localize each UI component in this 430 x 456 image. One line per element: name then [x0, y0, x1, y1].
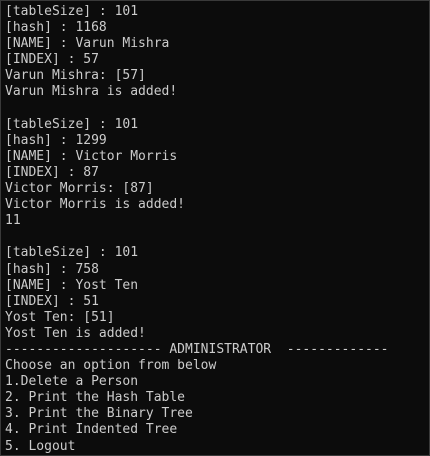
- console-line: [INDEX] : 51: [5, 293, 99, 309]
- menu-option-delete-person: 1.Delete a Person: [5, 374, 139, 390]
- console-line: Varun Mishra: [57]: [5, 68, 146, 84]
- console-line: [hash] : 758: [5, 261, 99, 277]
- console-line: [hash] : 1299: [5, 132, 107, 148]
- console-line: [hash] : 1168: [5, 20, 107, 36]
- console-line: Victor Morris is added!: [5, 197, 186, 213]
- console-line: Yost Ten: [51]: [5, 309, 115, 325]
- console-line: [INDEX] : 87: [5, 164, 99, 180]
- console-line: [tableSize] : 101: [5, 4, 139, 19]
- console-line: 11: [5, 213, 21, 229]
- menu-option-logout: 5. Logout: [5, 438, 76, 454]
- console-line: [tableSize] : 101: [5, 116, 139, 132]
- console-line: Victor Morris: [87]: [5, 181, 154, 197]
- menu-option-print-binary-tree: 3. Print the Binary Tree: [5, 406, 193, 422]
- console-line: [NAME] : Varun Mishra: [5, 36, 170, 52]
- console-line: Varun Mishra is added!: [5, 84, 178, 100]
- menu-option-print-indented-tree: 4. Print Indented Tree: [5, 422, 178, 438]
- console-line: [NAME] : Victor Morris: [5, 148, 178, 164]
- console-line: Yost Ten is added!: [5, 325, 146, 341]
- console-line: [INDEX] : 57: [5, 52, 99, 68]
- menu-prompt: Choose an option from below: [5, 358, 217, 374]
- console-line: [tableSize] : 101: [5, 245, 139, 261]
- menu-option-print-hash-table: 2. Print the Hash Table: [5, 390, 186, 406]
- console-output[interactable]: [tableSize] : 101 [hash] : 1168 [NAME] :…: [0, 0, 430, 456]
- menu-header: -------------------- ADMINISTRATOR -----…: [5, 341, 389, 357]
- console-line: [NAME] : Yost Ten: [5, 277, 139, 293]
